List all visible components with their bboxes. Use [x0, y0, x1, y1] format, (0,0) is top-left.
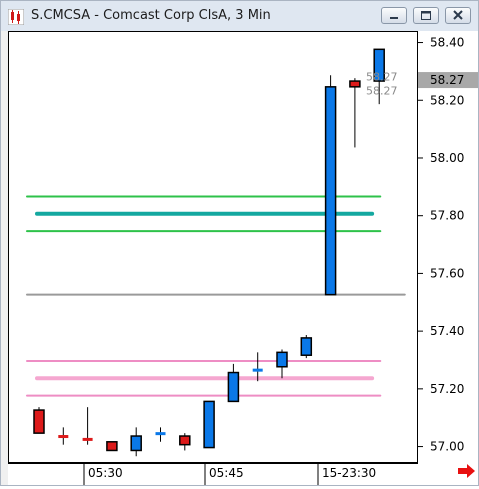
candle-body-14 — [349, 80, 361, 88]
candle-body-13 — [324, 86, 337, 296]
overlay-price-label-2: 58.27 — [366, 84, 398, 97]
candle-body-8 — [203, 400, 215, 449]
candle-body-7 — [179, 435, 191, 446]
restore-icon — [421, 11, 431, 20]
time-tick-label-1: 05:30 — [88, 466, 123, 480]
candle-body-9 — [227, 371, 240, 403]
chart-plot-area[interactable]: 58.27 58.27 — [8, 31, 418, 463]
price-tick-label-1: 58.40 — [430, 36, 464, 50]
title-bar[interactable]: S.CMCSA - Comcast Corp ClsA, 3 Min — [1, 1, 478, 31]
time-axis[interactable]: 05:30 05:45 15-23:30 — [8, 463, 478, 485]
close-icon — [453, 10, 463, 20]
current-price-label: 58.27 — [430, 73, 464, 87]
chart-app-icon — [8, 9, 24, 25]
price-axis-scale: 58.40 58.20 58.00 57.80 57.60 57.40 57.20 57.00… — [418, 36, 478, 454]
price-tick-label-5: 57.60 — [430, 266, 464, 280]
price-tick-label-3: 58.00 — [430, 151, 464, 165]
close-button[interactable] — [445, 7, 471, 24]
window-title: S.CMCSA - Comcast Corp ClsA, 3 Min — [31, 8, 271, 23]
price-tick-label-8: 57.00 — [430, 440, 464, 454]
time-axis-scale: 05:30 05:45 15-23:30 — [8, 463, 475, 485]
candle-body-12 — [300, 337, 313, 356]
chart-window: S.CMCSA - Comcast Corp ClsA, 3 Min 58.27… — [0, 0, 479, 486]
price-tick-label-2: 58.20 — [430, 93, 464, 107]
time-tick-label-3: 15-23:30 — [322, 466, 376, 480]
scroll-next-arrow-icon[interactable] — [458, 464, 475, 478]
restore-button[interactable] — [413, 7, 439, 24]
candle-body-5 — [130, 435, 142, 452]
candle-body-4 — [106, 441, 118, 452]
candle-body-6 — [155, 432, 166, 436]
minimize-icon — [390, 17, 398, 19]
price-tick-label-6: 57.40 — [430, 324, 464, 338]
candle-body-11 — [276, 351, 288, 368]
price-axis[interactable]: 58.40 58.20 58.00 57.80 57.60 57.40 57.20 57.00… — [418, 31, 478, 463]
time-tick-label-2: 05:45 — [209, 466, 244, 480]
candle-body-2 — [58, 435, 69, 439]
minimize-button[interactable] — [381, 7, 407, 24]
price-tick-label-4: 57.80 — [430, 209, 464, 223]
price-tick-label-7: 57.20 — [430, 382, 464, 396]
candlestick-plot[interactable]: 58.2758.27 — [9, 32, 417, 462]
candle-body-3 — [82, 437, 93, 441]
candle-body-10 — [252, 368, 263, 372]
candle-body-1 — [33, 409, 45, 434]
overlay-price-label-1: 58.27 — [366, 70, 398, 83]
